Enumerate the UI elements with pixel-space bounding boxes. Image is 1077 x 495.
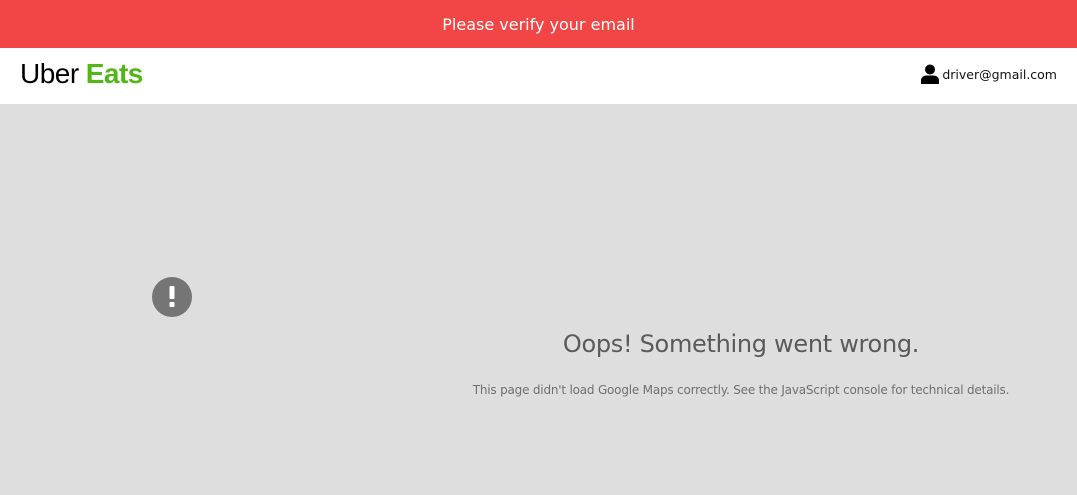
app-header: Uber Eats driver@gmail.com: [0, 48, 1077, 104]
logo-eats-text: Eats: [85, 58, 144, 89]
user-account-link[interactable]: driver@gmail.com: [921, 64, 1057, 84]
user-email: driver@gmail.com: [942, 66, 1057, 82]
uber-eats-logo[interactable]: Uber Eats: [20, 58, 143, 90]
logo-uber-text: Uber: [20, 58, 79, 89]
map-error-title: Oops! Something went wrong.: [562, 330, 920, 358]
verify-email-banner: Please verify your email: [0, 0, 1077, 48]
map-container[interactable]: Oops! Something went wrong. This page di…: [0, 104, 1077, 495]
map-error-message: This page didn't load Google Maps correc…: [472, 383, 1010, 397]
verify-email-text: Please verify your email: [442, 14, 635, 34]
exclamation-icon: [152, 277, 192, 317]
user-icon: [921, 64, 940, 84]
